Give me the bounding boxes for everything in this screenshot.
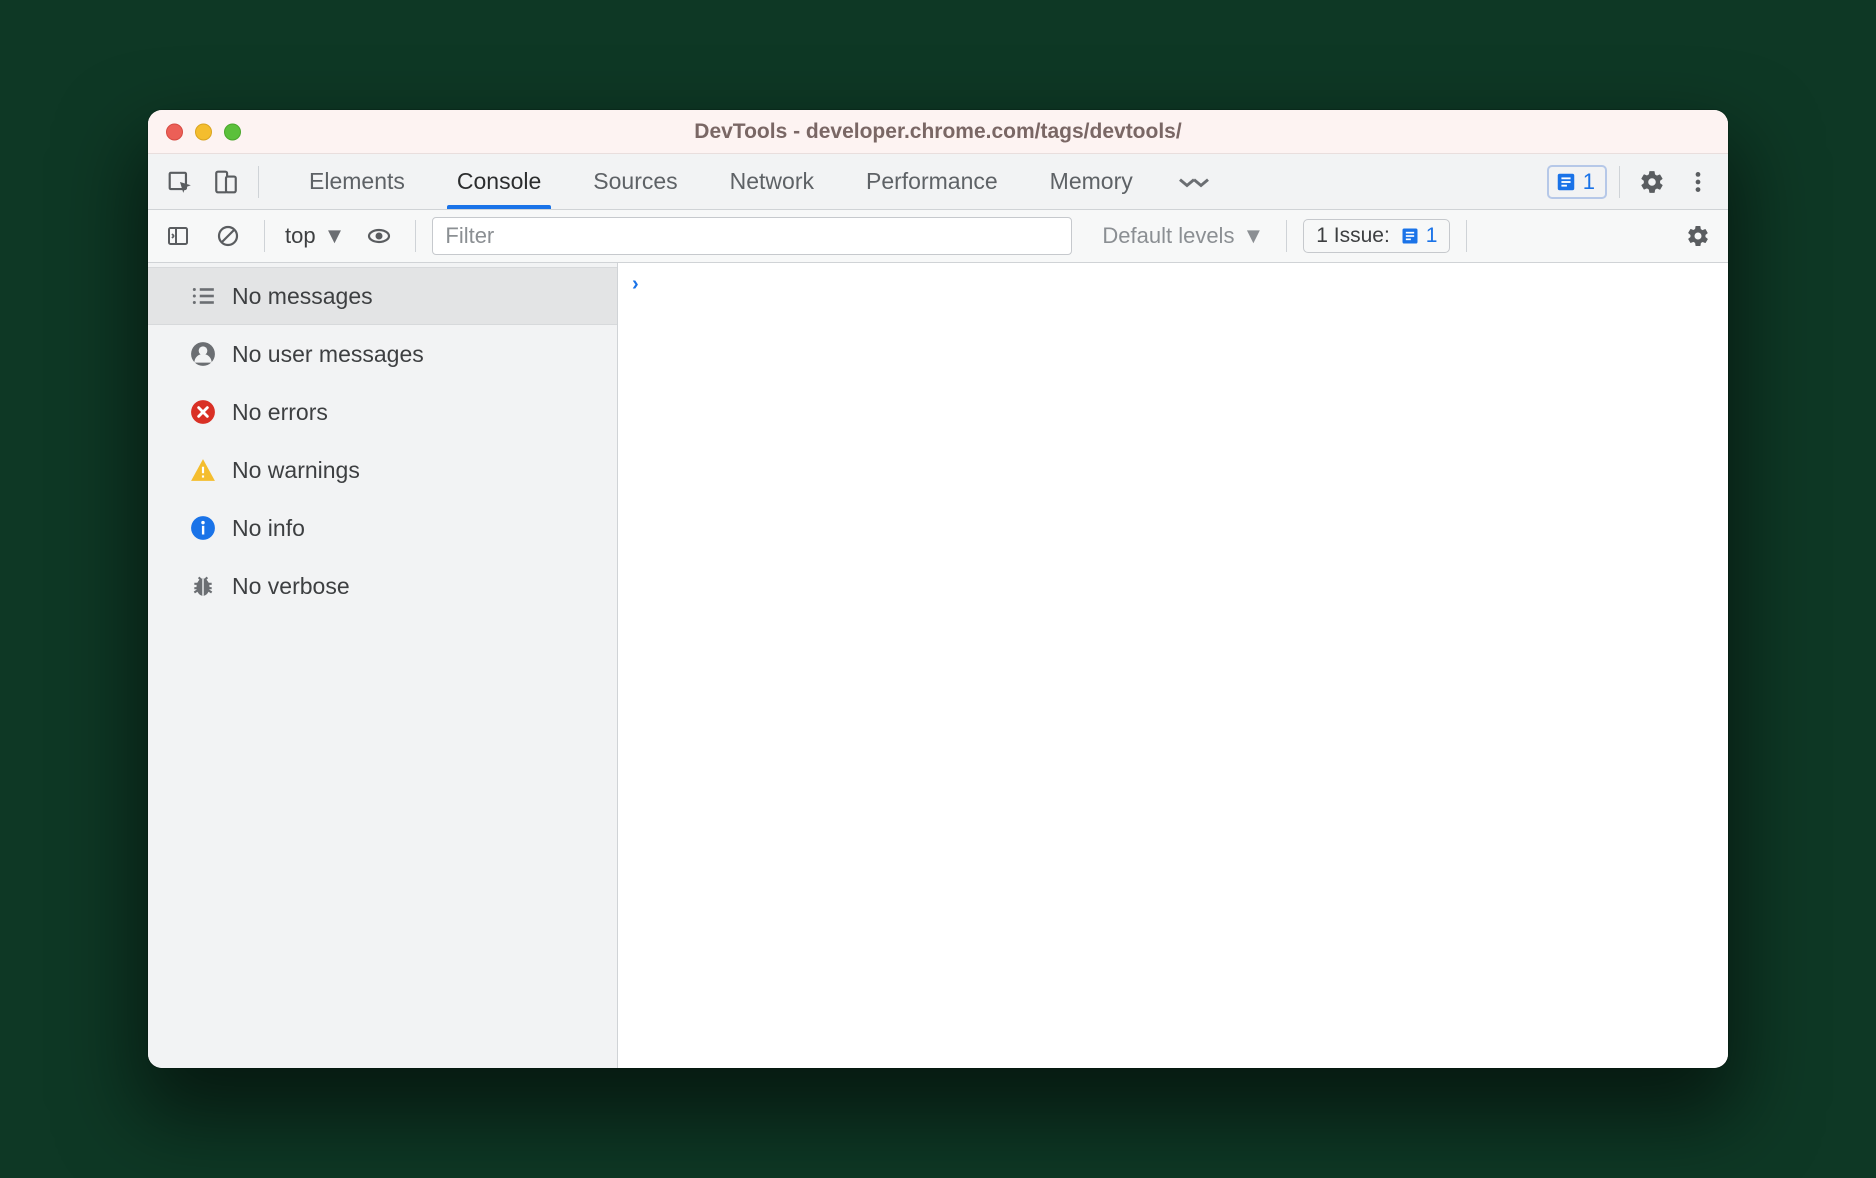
divider: [1286, 220, 1287, 252]
issues-badge[interactable]: 1: [1547, 165, 1607, 199]
toggle-sidebar-icon[interactable]: [158, 216, 198, 256]
chevron-down-icon: ▼: [324, 223, 346, 249]
divider: [258, 166, 259, 198]
sidebar-item-errors[interactable]: No errors: [148, 383, 617, 441]
sidebar-item-info[interactable]: No info: [148, 499, 617, 557]
tab-label: Sources: [593, 168, 677, 195]
devtools-window: DevTools - developer.chrome.com/tags/dev…: [148, 110, 1728, 1068]
console-prompt-icon: ›: [632, 273, 639, 296]
console-output[interactable]: ›: [618, 263, 1728, 1068]
sidebar-item-label: No user messages: [232, 341, 424, 368]
execution-context-selector[interactable]: top ▼: [281, 223, 349, 249]
tab-label: Network: [730, 168, 814, 195]
sidebar-item-label: No info: [232, 515, 305, 542]
more-tabs-button[interactable]: [1159, 154, 1229, 209]
warning-icon: [190, 457, 216, 483]
sidebar-item-label: No errors: [232, 399, 328, 426]
tab-memory[interactable]: Memory: [1024, 154, 1159, 209]
sidebar-item-messages[interactable]: No messages: [148, 267, 617, 325]
list-icon: [190, 283, 216, 309]
sidebar-item-label: No messages: [232, 283, 373, 310]
issues-badge-count: 1: [1583, 169, 1595, 195]
tab-label: Console: [457, 168, 541, 195]
kebab-menu-icon[interactable]: [1678, 162, 1718, 202]
device-toolbar-icon[interactable]: [206, 162, 246, 202]
console-settings-icon[interactable]: [1678, 216, 1718, 256]
sidebar-item-verbose[interactable]: No verbose: [148, 557, 617, 615]
inspect-element-icon[interactable]: [160, 162, 200, 202]
filter-input[interactable]: [432, 217, 1072, 255]
tab-performance[interactable]: Performance: [840, 154, 1024, 209]
log-levels-label: Default levels: [1102, 223, 1234, 249]
tab-sources[interactable]: Sources: [567, 154, 703, 209]
sidebar-item-label: No warnings: [232, 457, 360, 484]
info-icon: [190, 515, 216, 541]
tab-elements[interactable]: Elements: [283, 154, 431, 209]
tab-label: Performance: [866, 168, 998, 195]
main-tabstrip: Elements Console Sources Network Perform…: [148, 154, 1728, 210]
settings-icon[interactable]: [1632, 162, 1672, 202]
tab-console[interactable]: Console: [431, 154, 567, 209]
sidebar-item-label: No verbose: [232, 573, 350, 600]
execution-context-value: top: [285, 223, 316, 249]
maximize-window-button[interactable]: [224, 123, 241, 140]
divider: [415, 220, 416, 252]
log-levels-selector[interactable]: Default levels ▼: [1096, 223, 1270, 249]
error-icon: [190, 399, 216, 425]
tab-network[interactable]: Network: [704, 154, 840, 209]
clear-console-icon[interactable]: [208, 216, 248, 256]
close-window-button[interactable]: [166, 123, 183, 140]
console-sidebar: No messages No user messages No errors: [148, 263, 618, 1068]
minimize-window-button[interactable]: [195, 123, 212, 140]
live-expression-icon[interactable]: [359, 216, 399, 256]
user-icon: [190, 341, 216, 367]
issues-summary[interactable]: 1 Issue: 1: [1303, 219, 1450, 253]
tab-label: Memory: [1050, 168, 1133, 195]
issues-label: 1 Issue:: [1316, 224, 1390, 248]
console-toolbar: top ▼ Default levels ▼ 1 Issue: 1: [148, 210, 1728, 263]
titlebar: DevTools - developer.chrome.com/tags/dev…: [148, 110, 1728, 154]
divider: [1619, 166, 1620, 198]
sidebar-item-warnings[interactable]: No warnings: [148, 441, 617, 499]
issues-count: 1: [1426, 224, 1438, 248]
window-controls: [166, 123, 241, 140]
bug-icon: [190, 573, 216, 599]
tab-label: Elements: [309, 168, 405, 195]
window-title: DevTools - developer.chrome.com/tags/dev…: [694, 120, 1181, 144]
sidebar-item-user-messages[interactable]: No user messages: [148, 325, 617, 383]
divider: [1466, 220, 1467, 252]
divider: [264, 220, 265, 252]
console-body: No messages No user messages No errors: [148, 263, 1728, 1068]
chevron-down-icon: ▼: [1242, 223, 1264, 249]
